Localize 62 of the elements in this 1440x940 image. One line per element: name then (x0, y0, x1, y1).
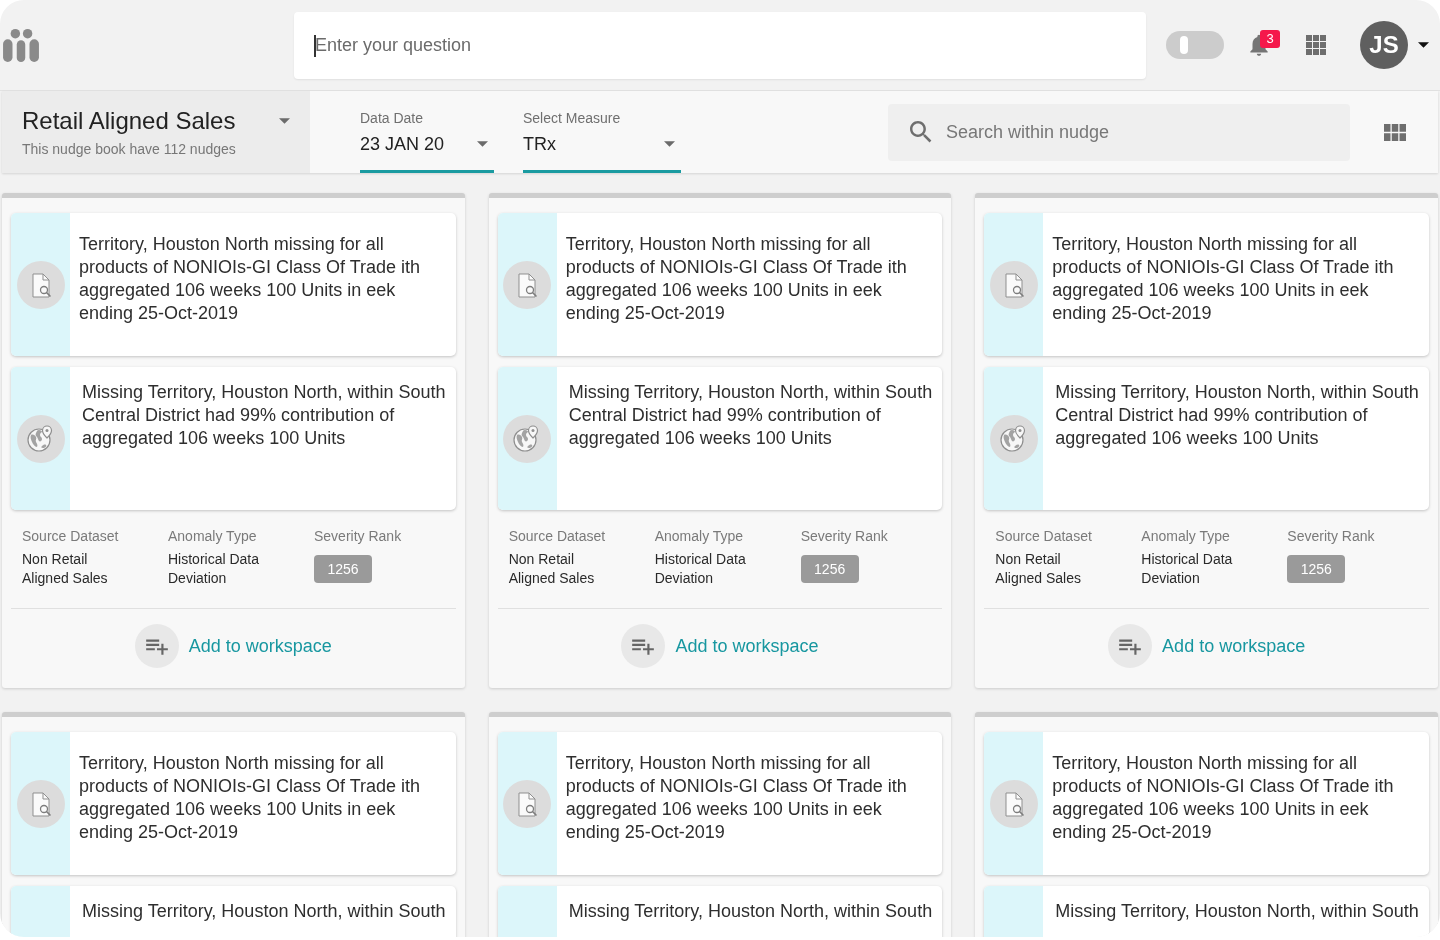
logo (2, 28, 40, 62)
field-label: Anomaly Type (1141, 527, 1230, 546)
field-label: Source Dataset (508, 527, 606, 546)
field-value: Non Retail Aligned Sales (995, 550, 1082, 588)
severity-badge: 1256 (314, 555, 372, 583)
playlist-add-icon (621, 624, 666, 668)
document-search-icon (503, 260, 552, 309)
playlist-add-icon (1108, 624, 1153, 668)
globe-pin-icon (503, 414, 552, 463)
globe-pin-icon (989, 414, 1038, 463)
toggle-switch[interactable] (1166, 31, 1224, 59)
caret-down-icon (477, 141, 488, 147)
nudge-book-select[interactable]: Retail Aligned Sales (22, 106, 290, 136)
document-search-icon (16, 779, 65, 828)
finding-text: Missing Territory, Houston North, within South Central District had 99% contribution of aggregated 106 weeks 100 Units (568, 381, 934, 450)
dropdown-select[interactable]: Data Date 23 JAN 20 (360, 91, 494, 173)
field-value: Historical Data Deviation (168, 550, 261, 588)
nudge-count-text: This nudge book have 112 nudges (22, 140, 237, 158)
finding-text: Territory, Houston North missing for all products of NONIOIs-GI Class Of Trade ith aggregated 106 weeks 100 Units in eek ending 25-Oct-2019 (1052, 752, 1395, 844)
question-field[interactable]: Enter your question (294, 11, 1146, 79)
dropdown-select[interactable]: Select Measure TRx (523, 91, 681, 173)
playlist-add-icon (134, 624, 179, 668)
caret-down-icon (279, 118, 290, 124)
finding-text: Territory, Houston North missing for all products of NONIOIs-GI Class Of Trade ith aggregated 106 weeks 100 Units in eek ending 25-Oct-2019 (1052, 233, 1395, 325)
finding-text: Territory, Houston North missing for all products of NONIOIs-GI Class Of Trade ith aggregated 106 weeks 100 Units in eek ending 25-Oct-2019 (79, 752, 422, 844)
severity-badge: 1256 (800, 555, 859, 583)
finding-text: Territory, Houston North missing for all products of NONIOIs-GI Class Of Trade ith aggregated 106 weeks 100 Units in eek ending 25-Oct-2019 (565, 233, 908, 325)
search-icon (910, 120, 932, 143)
search-field[interactable]: Search within nudge (888, 103, 1350, 161)
finding-text: Missing Territory, Houston North, within South (1055, 900, 1420, 923)
document-search-icon (989, 779, 1038, 828)
document-search-icon (989, 260, 1038, 309)
field-value: Historical Data Deviation (1141, 550, 1234, 588)
caret-down-icon (664, 141, 675, 147)
field-label: Severity Rank (800, 527, 888, 546)
finding-text: Missing Territory, Houston North, within South (568, 900, 934, 923)
field-label: Severity Rank (314, 527, 402, 546)
document-search-icon (503, 779, 552, 828)
add-to-workspace-button[interactable]: Add to workspace (1108, 624, 1306, 668)
field-label: Anomaly Type (654, 527, 744, 546)
grid-view-icon[interactable] (1384, 123, 1406, 141)
finding-text: Missing Territory, Houston North, within South (82, 900, 447, 923)
apps-grid-icon[interactable] (1306, 35, 1326, 55)
finding-text: Missing Territory, Houston North, within South Central District had 99% contribution of aggregated 106 weeks 100 Units (82, 381, 447, 450)
finding-text: Missing Territory, Houston North, within South Central District had 99% contribution of aggregated 106 weeks 100 Units (1055, 381, 1420, 450)
field-value: Non Retail Aligned Sales (22, 550, 109, 588)
add-to-workspace-button[interactable]: Add to workspace (621, 624, 819, 668)
field-label: Severity Rank (1287, 527, 1375, 546)
add-to-workspace-button[interactable]: Add to workspace (134, 624, 332, 668)
field-label: Source Dataset (22, 527, 119, 546)
caret-down-icon (1418, 42, 1429, 48)
severity-badge: 1256 (1287, 555, 1346, 583)
field-label: Anomaly Type (168, 527, 257, 546)
globe-pin-icon (16, 414, 65, 463)
field-label: Source Dataset (995, 527, 1092, 546)
finding-text: Territory, Houston North missing for all products of NONIOIs-GI Class Of Trade ith aggregated 106 weeks 100 Units in eek ending 25-Oct-2019 (79, 233, 422, 325)
document-search-icon (16, 260, 65, 309)
field-value: Historical Data Deviation (654, 550, 747, 588)
field-value: Non Retail Aligned Sales (508, 550, 596, 588)
user-avatar[interactable]: JS (1360, 21, 1408, 69)
finding-text: Territory, Houston North missing for all products of NONIOIs-GI Class Of Trade ith aggregated 106 weeks 100 Units in eek ending 25-Oct-2019 (565, 752, 908, 844)
notification-badge: 3 (1260, 30, 1280, 48)
